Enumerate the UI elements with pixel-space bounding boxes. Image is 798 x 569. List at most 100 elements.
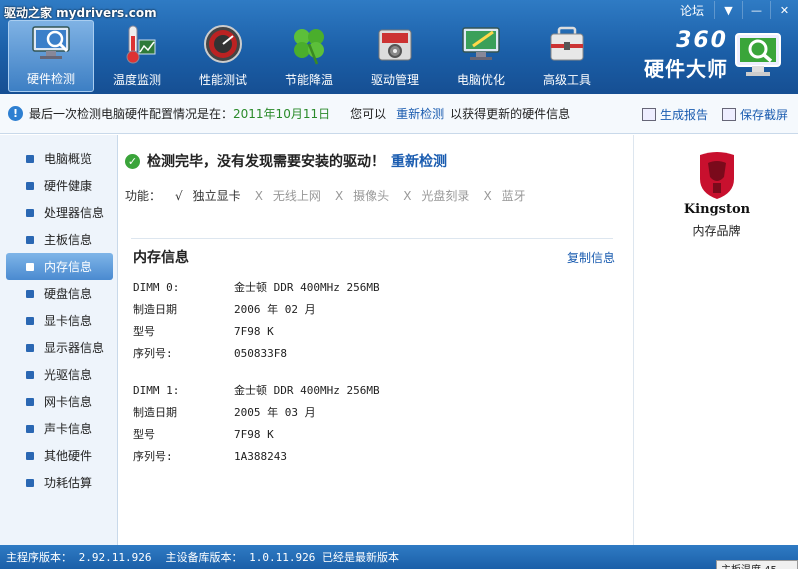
menu-dropdown-icon[interactable]: ▼ — [714, 1, 742, 19]
memory-row: 制造日期 2005 年 03 月 — [133, 406, 316, 419]
sidebar-item-other[interactable]: 其他硬件 — [6, 442, 113, 469]
close-icon[interactable]: ✕ — [770, 1, 798, 19]
memory-row: 型号 7F98 K — [133, 324, 274, 339]
sidebar-item-optical[interactable]: 光驱信息 — [6, 361, 113, 388]
bullet-icon — [26, 451, 34, 460]
feature-item-camera: X 摄像头 — [334, 189, 390, 203]
features-label: 功能： — [125, 189, 162, 203]
nav-hardware-detect[interactable]: 硬件检测 — [8, 20, 94, 92]
temperature-popup: 主板温度 45 — [716, 560, 798, 569]
sidebar-item-health[interactable]: 硬件健康 — [6, 172, 113, 199]
minimize-icon[interactable]: — — [742, 1, 770, 19]
nav-label: 硬件检测 — [26, 72, 75, 86]
feature-item-burner: X 光盘刻录 — [403, 189, 470, 203]
brand-name: 硬件大师 — [644, 57, 728, 81]
thermometer-icon — [126, 25, 156, 64]
sidebar-item-label: 显卡信息 — [44, 314, 93, 328]
nav-label: 驱动管理 — [370, 73, 419, 87]
generate-report-label: 生成报告 — [659, 108, 708, 122]
sidebar-item-label: 处理器信息 — [44, 206, 105, 220]
sidebar-item-memory[interactable]: 内存信息 — [6, 253, 113, 280]
nav-performance[interactable]: 性能测试 — [180, 20, 266, 92]
leaf-clover-icon — [294, 29, 324, 65]
section-title: 内存信息 — [133, 250, 189, 266]
memory-row: DIMM 1: 金士顿 DDR 400MHz 256MB — [133, 383, 380, 398]
infobar-redetect-link[interactable]: 重新检测 — [396, 105, 444, 122]
database-version: 主设备库版本： 1.0.11.926 已经是最新版本 — [165, 551, 399, 564]
brand-panel: Kingston 内存品牌 — [633, 135, 798, 545]
memory-row: 制造日期 2006 年 02 月 — [133, 303, 316, 316]
scan-status: ✓ 检测完毕，没有发现需要安装的驱动！ 重新检测 — [125, 151, 447, 171]
nav-temperature[interactable]: 温度监测 — [94, 20, 180, 92]
sidebar: 电脑概览 硬件健康 处理器信息 主板信息 内存信息 硬盘信息 显卡信息 显示器信… — [0, 135, 118, 545]
infobar-middle: 您可以 — [350, 107, 387, 121]
memory-module-0: DIMM 0: 金士顿 DDR 400MHz 256MB 制造日期 2006 年 0… — [133, 276, 380, 364]
sidebar-item-label: 电脑概览 — [44, 152, 93, 166]
bullet-icon — [26, 262, 34, 271]
sidebar-item-label: 其他硬件 — [44, 449, 93, 463]
bullet-icon — [26, 478, 34, 487]
monitor-magnifier-icon — [32, 26, 70, 59]
report-icon — [641, 108, 656, 121]
forum-link[interactable]: 论坛 — [670, 2, 714, 19]
sidebar-item-label: 光驱信息 — [44, 368, 93, 382]
status-text: 检测完毕，没有发现需要安装的驱动！ — [147, 154, 385, 170]
memory-row: DIMM 0: 金士顿 DDR 400MHz 256MB — [133, 280, 380, 295]
main-panel: ✓ 检测完毕，没有发现需要安装的驱动！ 重新检测 功能： √ 独立显卡 X 无线上网… — [119, 135, 633, 545]
info-icon: ! — [8, 106, 23, 121]
nav-driver-manager[interactable]: 驱动管理 — [352, 20, 438, 92]
gear-box-icon — [378, 29, 412, 61]
sidebar-item-sound[interactable]: 声卡信息 — [6, 415, 113, 442]
sidebar-item-label: 声卡信息 — [44, 422, 93, 436]
nav-label: 高级工具 — [542, 73, 591, 87]
sidebar-item-motherboard[interactable]: 主板信息 — [6, 226, 113, 253]
bullet-icon — [26, 397, 34, 406]
monitor-brush-icon — [462, 27, 500, 60]
nav-label: 性能测试 — [198, 73, 247, 87]
program-version: 主程序版本： 2.92.11.926 — [6, 551, 152, 564]
sidebar-item-cpu[interactable]: 处理器信息 — [6, 199, 113, 226]
camera-icon — [721, 108, 736, 121]
save-screenshot-button[interactable]: 保存截屏 — [721, 106, 788, 123]
nav-pc-optimize[interactable]: 电脑优化 — [438, 20, 524, 92]
nav-advanced-tools[interactable]: 高级工具 — [524, 20, 610, 92]
copy-info-link[interactable]: 复制信息 — [567, 249, 615, 266]
sidebar-item-network[interactable]: 网卡信息 — [6, 388, 113, 415]
memory-row: 序列号: 050833F8 — [133, 346, 287, 361]
divider — [131, 238, 613, 239]
sidebar-item-label: 内存信息 — [44, 260, 93, 274]
kingston-logo-icon: Kingston — [684, 152, 751, 217]
bullet-icon — [26, 316, 34, 325]
feature-item-bluetooth: X 蓝牙 — [483, 189, 526, 203]
sidebar-item-label: 硬盘信息 — [44, 287, 93, 301]
sidebar-item-disk[interactable]: 硬盘信息 — [6, 280, 113, 307]
sidebar-item-gpu[interactable]: 显卡信息 — [6, 307, 113, 334]
memory-row: 型号 7F98 K — [133, 427, 274, 442]
nav-label: 温度监测 — [112, 73, 161, 87]
memory-module-1: DIMM 1: 金士顿 DDR 400MHz 256MB 制造日期 2005 年 0… — [133, 379, 380, 467]
svg-text:Kingston: Kingston — [684, 202, 751, 217]
nav-label: 节能降温 — [284, 73, 333, 87]
sidebar-item-overview[interactable]: 电脑概览 — [6, 145, 113, 172]
watermark: 驱动之家 mydrivers.com — [4, 6, 157, 20]
app-brand: 360 硬件大师 — [644, 28, 784, 82]
nav-energy-saving[interactable]: 节能降温 — [266, 20, 352, 92]
feature-list: 功能： √ 独立显卡 X 无线上网 X 摄像头 X 光盘刻录 X 蓝牙 — [125, 187, 540, 204]
bullet-icon — [26, 208, 34, 217]
generate-report-button[interactable]: 生成报告 — [641, 106, 708, 123]
window-controls: 论坛 ▼ — ✕ — [670, 0, 798, 20]
bullet-icon — [26, 424, 34, 433]
feature-item-wifi: X 无线上网 — [254, 189, 321, 203]
sidebar-item-display[interactable]: 显示器信息 — [6, 334, 113, 361]
sidebar-item-power[interactable]: 功耗估算 — [6, 469, 113, 496]
bullet-icon — [26, 181, 34, 190]
bullet-icon — [26, 235, 34, 244]
save-screenshot-label: 保存截屏 — [739, 108, 788, 122]
bullet-icon — [26, 154, 34, 163]
feature-item-gpu: √ 独立显卡 — [175, 189, 241, 203]
redetect-link[interactable]: 重新检测 — [391, 151, 447, 171]
sidebar-item-label: 显示器信息 — [44, 341, 105, 355]
last-scan-infobar: ! 最后一次检测电脑硬件配置情况是在： 2011年10月11日 您可以 重新检测… — [0, 94, 798, 134]
brand-number: 360 — [676, 28, 728, 53]
toolbox-icon — [550, 26, 584, 61]
